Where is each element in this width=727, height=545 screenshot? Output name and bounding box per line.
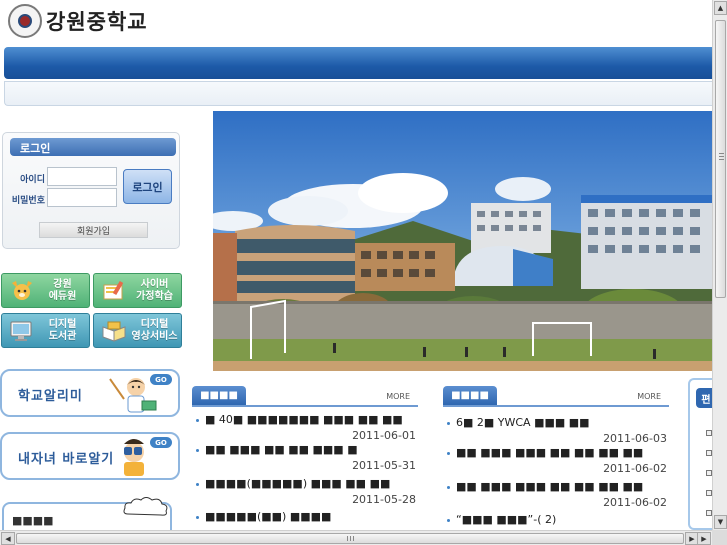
login-button[interactable]: 로그인 bbox=[123, 169, 172, 204]
list-item[interactable]: “■■■ ■■■”-( 2) bbox=[443, 513, 669, 530]
password-label: 비밀번호 bbox=[11, 196, 45, 206]
bullet-icon bbox=[196, 516, 199, 519]
id-input[interactable] bbox=[47, 167, 117, 186]
teacher-character-icon bbox=[109, 378, 157, 413]
bullet-icon bbox=[447, 519, 450, 522]
list-item[interactable]: ■■■■(■■■■■) ■■■ ■■ ■■ 2011-05-28 bbox=[192, 477, 418, 511]
school-notice-banner[interactable]: 학교알리미 GO bbox=[0, 369, 180, 417]
quick-link-digital-video[interactable]: 디지털 영상서비스 bbox=[93, 313, 182, 348]
binoculars-character-icon bbox=[124, 439, 144, 476]
right-panel-tab[interactable]: 편 bbox=[696, 388, 712, 408]
scrollbar-corner bbox=[712, 530, 727, 545]
post-title[interactable]: ■■ ■■■ ■■■ ■■ ■■ ■■ ■■ bbox=[456, 446, 656, 462]
post-date: 2011-06-02 bbox=[603, 496, 667, 509]
vertical-scroll-thumb[interactable] bbox=[715, 20, 726, 298]
school-emblem-icon[interactable] bbox=[8, 4, 42, 38]
panel-tab[interactable]: ■■■■ bbox=[443, 386, 497, 405]
post-title[interactable]: ■■ ■■■ ■■■ ■■ ■■ ■■ ■■ bbox=[456, 480, 656, 496]
login-title: 로그인 bbox=[20, 142, 51, 155]
quick-link-cyber-learning[interactable]: 사이버 가정학습 bbox=[93, 273, 182, 308]
vertical-scrollbar[interactable]: ▲ ▼ bbox=[712, 0, 727, 530]
book-pencil-icon bbox=[100, 279, 128, 303]
post-date: 2011-06-02 bbox=[603, 462, 667, 475]
quick-link-label: 사이버 가정학습 bbox=[136, 278, 173, 302]
list-item[interactable]: ■ 40■ ■■■■■■■ ■■■ ■■ ■■ 2011-06-01 bbox=[192, 413, 418, 447]
list-item[interactable]: ■■ ■■■ ■■ ■■ ■■■ ■ 2011-05-31 bbox=[192, 443, 418, 477]
page-viewport: 강원중학교 로그인 아이디 비밀번호 로그인 회원가입 강원 에듀원 사이버 가… bbox=[0, 0, 712, 530]
post-date: 2011-05-31 bbox=[352, 459, 416, 472]
id-label: 아이디 bbox=[20, 175, 45, 185]
post-title[interactable]: 6■ 2■ YWCA ■■■ ■■ bbox=[456, 416, 656, 432]
more-link[interactable]: MORE bbox=[637, 392, 661, 401]
post-date: 2011-06-01 bbox=[352, 429, 416, 442]
login-box: 로그인 아이디 비밀번호 로그인 회원가입 bbox=[2, 132, 180, 249]
bullet-icon bbox=[447, 486, 450, 489]
campus-photo bbox=[213, 111, 712, 371]
post-title[interactable]: ■ 40■ ■■■■■■■ ■■■ ■■ ■■ bbox=[205, 413, 405, 429]
quick-link-label: 디지털 도서관 bbox=[48, 318, 77, 342]
fox-mascot-icon bbox=[8, 279, 36, 303]
computer-monitor-icon bbox=[8, 319, 36, 343]
panel-tab[interactable]: ■■■■ bbox=[192, 386, 246, 405]
list-item[interactable]: ■■ ■■■ ■■■ ■■ ■■ ■■ ■■ 2011-06-02 bbox=[443, 446, 669, 480]
bullet-icon bbox=[196, 419, 199, 422]
more-link[interactable]: MORE bbox=[386, 392, 410, 401]
password-input[interactable] bbox=[47, 188, 117, 207]
post-date: 2011-05-28 bbox=[352, 493, 416, 506]
career-banner[interactable]: 내자녀 바로알기 GO bbox=[0, 432, 180, 480]
post-date: 2011-06-03 bbox=[603, 432, 667, 445]
open-book-icon bbox=[100, 319, 128, 343]
notice-corner-title: ■■■■ bbox=[12, 514, 54, 527]
banner-label: 내자녀 바로알기 bbox=[18, 452, 115, 467]
post-title[interactable]: ■■ ■■■ ■■ ■■ ■■■ ■ bbox=[205, 443, 405, 459]
banner-label: 학교알리미 bbox=[18, 389, 83, 404]
quick-link-label: 강원 에듀원 bbox=[48, 278, 77, 302]
post-title[interactable]: “■■■ ■■■”-( 2) bbox=[456, 513, 656, 529]
panel-divider bbox=[192, 405, 418, 407]
login-title-bar: 로그인 bbox=[10, 138, 176, 156]
sub-navigation-bar bbox=[4, 81, 712, 106]
header: 강원중학교 bbox=[0, 0, 712, 44]
list-item[interactable]: ■■■■■(■■) ■■■■ bbox=[192, 510, 418, 530]
scroll-right-icon[interactable]: ▶ bbox=[697, 532, 711, 545]
horizontal-scroll-thumb[interactable] bbox=[16, 533, 684, 544]
right-side-panel: 편 bbox=[688, 378, 712, 530]
scroll-left-icon[interactable]: ◀ bbox=[1, 532, 15, 545]
scroll-down-icon[interactable]: ▼ bbox=[714, 515, 727, 529]
list-item[interactable]: 6■ 2■ YWCA ■■■ ■■ 2011-06-03 bbox=[443, 416, 669, 450]
post-title[interactable]: ■■■■■(■■) ■■■■ bbox=[205, 510, 405, 526]
cloud-icon bbox=[123, 497, 168, 516]
bullet-icon bbox=[196, 483, 199, 486]
notice-corner-box[interactable]: ■■■■ bbox=[2, 497, 172, 530]
bullet-icon bbox=[196, 449, 199, 452]
quick-link-edu-one[interactable]: 강원 에듀원 bbox=[1, 273, 90, 308]
bullet-icon bbox=[447, 422, 450, 425]
quick-link-digital-library[interactable]: 디지털 도서관 bbox=[1, 313, 90, 348]
list-item[interactable]: ■■ ■■■ ■■■ ■■ ■■ ■■ ■■ 2011-06-02 bbox=[443, 480, 669, 514]
main-navigation-bar[interactable] bbox=[4, 47, 712, 79]
post-title[interactable]: ■■■■(■■■■■) ■■■ ■■ ■■ bbox=[205, 477, 405, 493]
horizontal-scrollbar[interactable]: ◀ ▶ ▶ bbox=[0, 530, 712, 545]
bullet-icon bbox=[447, 452, 450, 455]
panel-divider bbox=[443, 405, 669, 407]
school-name[interactable]: 강원중학교 bbox=[46, 6, 148, 36]
scroll-up-icon[interactable]: ▲ bbox=[714, 1, 727, 15]
signup-button[interactable]: 회원가입 bbox=[39, 222, 148, 238]
quick-link-label: 디지털 영상서비스 bbox=[131, 318, 178, 342]
